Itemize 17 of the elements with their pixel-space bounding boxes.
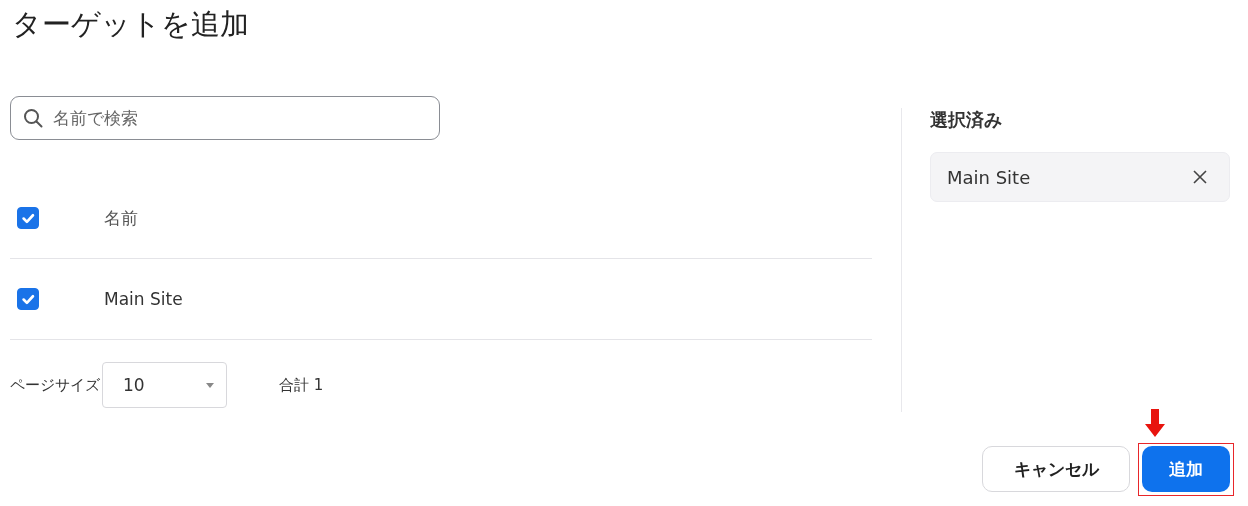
page-size-dropdown[interactable]: 10 bbox=[102, 362, 227, 408]
dialog-title: ターゲットを追加 bbox=[12, 6, 249, 43]
search-field[interactable]: 名前で検索 bbox=[10, 96, 440, 140]
checkbox[interactable] bbox=[17, 207, 39, 229]
arrow-icon bbox=[1144, 409, 1166, 437]
checkbox[interactable] bbox=[17, 288, 39, 310]
close-icon[interactable] bbox=[1193, 170, 1207, 184]
total-count: 合計 1 bbox=[279, 375, 324, 395]
chip-label: Main Site bbox=[947, 166, 1031, 188]
search-icon bbox=[23, 108, 43, 128]
column-header: 名前 bbox=[104, 206, 138, 230]
caret-icon bbox=[206, 382, 214, 388]
page-size-label: ページサイズ bbox=[10, 375, 100, 395]
add-button[interactable]: 追加 bbox=[1142, 446, 1230, 492]
cancel-button[interactable]: キャンセル bbox=[982, 446, 1130, 492]
table-cell: Main Site bbox=[104, 289, 183, 309]
panel-title: 選択済み bbox=[930, 108, 1002, 132]
